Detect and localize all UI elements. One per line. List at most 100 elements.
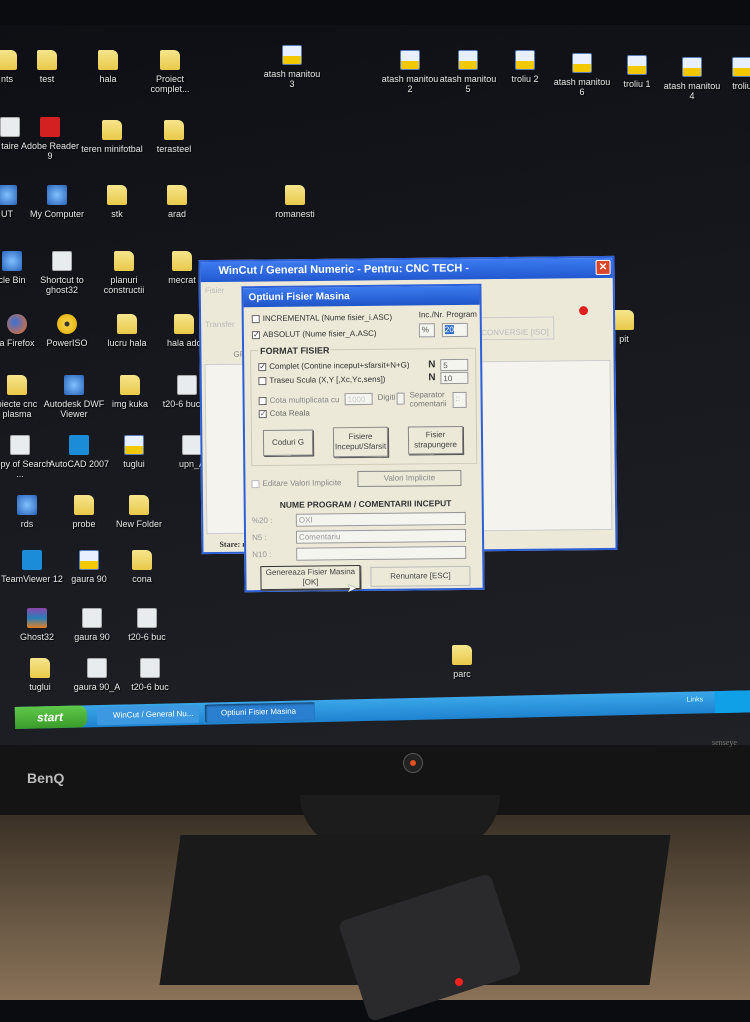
- power-button[interactable]: [403, 753, 423, 773]
- wincut-title-bar[interactable]: WinCut / General Numeric - Pentru: CNC T…: [200, 257, 613, 283]
- desktop-icon[interactable]: stk: [85, 185, 149, 219]
- desktop-icon[interactable]: hala: [76, 50, 140, 84]
- folder-icon: [614, 310, 634, 330]
- desktop-icon[interactable]: Autodesk DWF Viewer: [42, 375, 106, 419]
- complet-checkbox[interactable]: ✓ Complet (Contine inceput+sfarsit+N+G): [258, 361, 410, 372]
- desktop-icon-label: tuglui: [123, 459, 145, 469]
- incremental-label: INCREMENTAL (Nume fisier_i.ASC): [262, 312, 393, 324]
- links-toolbar[interactable]: Links: [687, 696, 703, 703]
- n2-field[interactable]: 10: [440, 371, 469, 385]
- desktop-icon[interactable]: test: [15, 50, 79, 84]
- dwg-icon: [124, 435, 144, 455]
- separator-field[interactable]: ::: [452, 391, 467, 409]
- fisiere-inceput-sfarsit-button[interactable]: Fisiere Inceput/Sfarsit: [332, 426, 389, 458]
- desktop-icon[interactable]: New Folder: [107, 495, 171, 529]
- system-tray: [714, 690, 750, 714]
- rar-icon: [27, 608, 47, 628]
- desktop-icon[interactable]: romanesti: [263, 185, 327, 219]
- folder-icon: [107, 185, 127, 205]
- prefix-field[interactable]: %: [418, 323, 435, 338]
- start-button[interactable]: start: [14, 705, 88, 729]
- desktop-icon[interactable]: tuglui: [8, 658, 72, 692]
- desktop-icon[interactable]: Proiect complet...: [138, 50, 202, 94]
- desktop-icon[interactable]: planuri constructii: [92, 251, 156, 295]
- traseu-checkbox[interactable]: Traseu Scula (X,Y [,Xc,Yc,sens]): [258, 375, 385, 385]
- conversie-button[interactable]: CONVERSIE [ISO]: [476, 316, 554, 341]
- checkmark-icon[interactable]: ✓: [251, 330, 260, 340]
- coduri-g-button[interactable]: Coduri G: [262, 429, 314, 457]
- pdf-icon: [40, 117, 60, 137]
- program-name-field[interactable]: OXI: [295, 511, 466, 527]
- checkbox-empty[interactable]: [258, 396, 267, 405]
- senseye-logo: senseye: [712, 738, 737, 747]
- cota-reala-checkbox[interactable]: ✓ Cota Reala: [258, 409, 310, 419]
- task-optiuni[interactable]: Optiuni Fisier Masina: [204, 702, 316, 723]
- desktop-icon[interactable]: Adobe Reader 9: [18, 117, 82, 161]
- desktop-icon-label: test: [39, 74, 55, 84]
- valori-implicite-button[interactable]: Valori Implicite: [357, 469, 462, 488]
- desktop-icon[interactable]: teren minifotbal: [80, 120, 144, 154]
- checkmark-icon[interactable]: ✓: [258, 409, 267, 418]
- n10-field[interactable]: [296, 545, 467, 561]
- desktop-icon-label: My Computer: [29, 209, 84, 219]
- desktop-icon[interactable]: My Computer: [25, 185, 89, 219]
- fisier-strapungere-button[interactable]: Fisier strapungere: [407, 425, 464, 455]
- app-icon: [0, 185, 17, 205]
- checkmark-icon[interactable]: ✓: [258, 362, 267, 371]
- doc-icon: [182, 435, 202, 455]
- desktop-icon[interactable]: arad: [145, 185, 209, 219]
- dialog-title-bar[interactable]: Optiuni Fisier Masina: [243, 285, 480, 308]
- desktop-icon[interactable]: Shortcut to ghost32: [30, 251, 94, 295]
- desktop-icon[interactable]: terasteel: [142, 120, 206, 154]
- led-indicator: [455, 978, 463, 986]
- desktop-icon[interactable]: troliu 2: [493, 50, 557, 84]
- menu-fisier[interactable]: Fisier: [205, 286, 225, 295]
- digiti-field[interactable]: [396, 392, 405, 405]
- checkbox-empty[interactable]: [251, 314, 260, 324]
- desktop-icon[interactable]: Copy of Search ...: [0, 435, 52, 479]
- optiuni-fisier-masina-dialog[interactable]: Optiuni Fisier Masina INCREMENTAL (Nume …: [241, 283, 485, 595]
- folder-icon: [7, 375, 27, 395]
- desktop-icon[interactable]: rds: [0, 495, 59, 529]
- app-icon: [47, 185, 67, 205]
- desktop-icon[interactable]: img kuka: [98, 375, 162, 409]
- cd-icon: [57, 314, 77, 334]
- n1-field[interactable]: 5: [440, 358, 469, 372]
- desktop-icon[interactable]: atash manitou 2: [378, 50, 442, 94]
- desktop-icon-label: t20-6 buc: [131, 682, 169, 692]
- desktop-icon-label: romanesti: [275, 209, 315, 219]
- desktop-icon[interactable]: lucru hala: [95, 314, 159, 348]
- dwg-icon: [79, 550, 99, 570]
- folder-icon: [132, 550, 152, 570]
- desktop-icon-label: Autodesk DWF Viewer: [43, 399, 105, 419]
- checkbox-empty[interactable]: [258, 376, 267, 385]
- folder-icon: [120, 375, 140, 395]
- incremental-checkbox[interactable]: INCREMENTAL (Nume fisier_i.ASC): [251, 312, 393, 324]
- desktop-icon[interactable]: troliu: [710, 57, 750, 91]
- comment-field[interactable]: Comentariu: [295, 528, 467, 544]
- task-wincut[interactable]: WinCut / General Nu...: [96, 704, 200, 726]
- desktop-icon[interactable]: TeamViewer 12: [0, 550, 64, 584]
- renuntare-esc-button[interactable]: Renuntare [ESC]: [370, 565, 471, 587]
- desktop-icon[interactable]: cona: [110, 550, 174, 584]
- dwg-icon: [682, 57, 702, 77]
- desktop-icon[interactable]: PowerISO: [35, 314, 99, 348]
- transfer-button[interactable]: Transfer: [205, 320, 235, 329]
- desktop-icon[interactable]: t20-6 buc: [118, 658, 182, 692]
- desktop-icon[interactable]: parc: [430, 645, 494, 679]
- doc-icon: [177, 375, 197, 395]
- editare-valori-checkbox[interactable]: Editare Valori Implicite: [251, 478, 342, 489]
- multiplier-field[interactable]: 1000: [344, 392, 373, 406]
- genereaza-ok-button[interactable]: Genereaza Fisier Masina [OK]: [260, 565, 361, 591]
- program-number-field[interactable]: 20: [441, 322, 468, 338]
- checkbox-empty[interactable]: [251, 479, 260, 489]
- absolut-checkbox[interactable]: ✓ ABSOLUT (Nume fisier_A.ASC): [251, 329, 377, 340]
- desktop-icon[interactable]: atash manitou 5: [436, 50, 500, 94]
- desktop-icon-label: Copy of Search ...: [0, 459, 52, 479]
- close-button[interactable]: ✕: [595, 259, 611, 276]
- desktop-icon[interactable]: t20-6 buc: [115, 608, 179, 642]
- cota-multiplicata-checkbox[interactable]: Cota multiplicata cu: [258, 395, 339, 405]
- window-title: WinCut / General Numeric - Pentru: CNC T…: [218, 262, 470, 277]
- desktop-icon[interactable]: atash manitou 3: [260, 45, 324, 89]
- desktop-icon[interactable]: tuglui: [102, 435, 166, 469]
